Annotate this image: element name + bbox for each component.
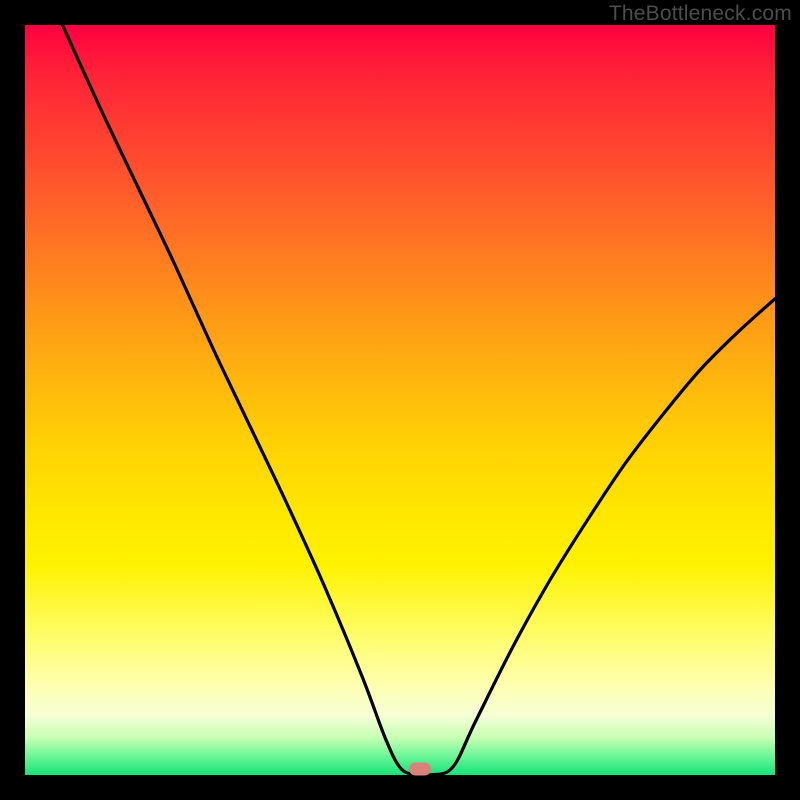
optimum-marker bbox=[409, 763, 431, 776]
bottleneck-curve bbox=[25, 25, 775, 775]
chart-plot-area bbox=[25, 25, 775, 775]
chart-frame: TheBottleneck.com bbox=[0, 0, 800, 800]
watermark-text: TheBottleneck.com bbox=[609, 2, 792, 26]
